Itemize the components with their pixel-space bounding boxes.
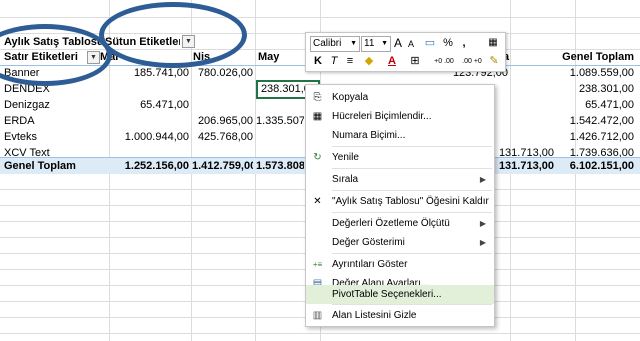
menu-separator <box>332 190 492 191</box>
menu-item-label: Yenile <box>332 152 359 163</box>
grand-total-cell[interactable]: 6.102.151,00 <box>520 159 634 173</box>
format-painter-icon[interactable]: ✎ <box>487 54 501 68</box>
currency-format-icon[interactable]: ▭ <box>422 36 438 50</box>
chevron-right-icon: ▶ <box>479 219 486 228</box>
bold-button[interactable]: K <box>312 54 324 68</box>
menu-item-label: PivotTable Seçenekleri... <box>332 289 442 300</box>
value-cell[interactable]: 1.335.507, <box>256 114 304 128</box>
menu-item-label: Sırala <box>332 174 359 185</box>
font-size-value: 11 <box>364 38 375 49</box>
borders-icon[interactable]: ⊞ <box>408 54 422 68</box>
row-label[interactable]: Denizgaz <box>4 98 104 112</box>
mini-toolbar: Calibri ▼ 11 ▼ A A ▭ % , ▦ K T ≡ ◆ A ⊞ +… <box>305 32 506 72</box>
menu-separator <box>332 304 492 305</box>
copy-icon: ⎘ <box>313 92 322 103</box>
row-filter-dropdown[interactable]: ▼ <box>87 51 100 64</box>
percent-button[interactable]: % <box>442 36 454 50</box>
menu-item-label: Değer Gösterimi <box>332 237 405 248</box>
menu-separator <box>332 168 492 169</box>
value-cell[interactable]: 780.026,00 <box>192 66 253 80</box>
value-cell[interactable]: 185.741,00 <box>105 66 189 80</box>
month-header[interactable]: May <box>258 50 288 64</box>
row-labels-header[interactable]: Satır Etiketleri <box>4 50 82 64</box>
grid-line <box>0 333 640 334</box>
menu-item-show-values-as[interactable]: Değer Gösterimi ▶ <box>306 233 494 252</box>
menu-item-label: "Aylık Satış Tablosu" Öğesini Kaldır <box>332 196 489 207</box>
row-label[interactable]: ERDA <box>4 114 104 128</box>
row-total-cell[interactable]: 1.426.712,00 <box>520 130 634 144</box>
menu-item-hide-field-list[interactable]: ▥ Alan Listesini Gizle <box>306 306 494 325</box>
menu-item-summarize-values[interactable]: Değerleri Özetleme Ölçütü ▶ <box>306 214 494 233</box>
month-header[interactable]: Nis <box>193 50 223 64</box>
column-labels-header[interactable]: Sütun Etiketleri <box>105 35 180 49</box>
row-total-cell[interactable]: 1.542.472,00 <box>520 114 634 128</box>
italic-button[interactable]: T <box>328 54 340 68</box>
font-size-select[interactable]: 11 ▼ <box>361 36 391 52</box>
menu-item-refresh[interactable]: ↻ Yenile <box>306 148 494 167</box>
increase-decimal-button[interactable]: +0 .00 <box>430 55 458 69</box>
format-cells-icon: ▦ <box>312 111 323 122</box>
menu-item-label: Hücreleri Biçimlendir... <box>332 111 432 122</box>
grand-total-header[interactable]: Genel Toplam <box>520 50 634 64</box>
fill-color-icon[interactable]: ◆ <box>360 54 378 68</box>
pivot-title[interactable]: Aylık Satış Tablosu <box>4 35 102 49</box>
chevron-right-icon: ▶ <box>479 175 486 184</box>
refresh-icon: ↻ <box>313 152 322 163</box>
menu-item-number-format[interactable]: Numara Biçimi... <box>306 126 494 145</box>
thousands-separator-button[interactable]: , <box>458 36 470 50</box>
menu-item-show-details[interactable]: +≡ Ayrıntıları Göster <box>306 255 494 274</box>
grid-line <box>0 17 640 18</box>
font-color-button[interactable]: A <box>384 54 400 68</box>
row-label[interactable]: DENDEX <box>4 82 104 96</box>
menu-item-pivottable-options[interactable]: PivotTable Seçenekleri... <box>306 285 494 304</box>
chevron-down-icon: ▼ <box>381 40 388 47</box>
field-list-icon: ▥ <box>312 310 323 321</box>
font-name-select[interactable]: Calibri ▼ <box>310 36 360 52</box>
font-name-value: Calibri <box>313 38 342 49</box>
decrease-decimal-button[interactable]: .00 +0 <box>458 55 486 69</box>
grand-total-cell[interactable]: 1.412.759,00 <box>192 159 253 173</box>
row-total-cell[interactable]: 238.301,00 <box>520 82 634 96</box>
value-cell[interactable]: 1.000.944,00 <box>105 130 189 144</box>
grand-total-cell[interactable]: 1.252.156,00 <box>105 159 189 173</box>
month-header[interactable]: Mar <box>100 50 122 64</box>
format-table-icon[interactable]: ▦ <box>486 36 500 50</box>
grand-total-label[interactable]: Genel Toplam <box>4 159 104 173</box>
menu-item-sort[interactable]: Sırala ▶ <box>306 170 494 189</box>
menu-separator <box>332 212 492 213</box>
menu-separator <box>332 146 492 147</box>
menu-item-copy[interactable]: ⎘ Kopyala <box>306 88 494 107</box>
menu-item-remove-field[interactable]: ✕ "Aylık Satış Tablosu" Öğesini Kaldır <box>306 192 494 211</box>
row-total-cell[interactable]: 65.471,00 <box>520 98 634 112</box>
column-filter-dropdown[interactable]: ▼ <box>182 35 195 48</box>
menu-item-label: Kopyala <box>332 92 369 103</box>
row-total-cell[interactable]: 1.089.559,00 <box>520 66 634 80</box>
align-center-button[interactable]: ≡ <box>344 54 356 68</box>
grand-total-cell[interactable]: 1.573.808, <box>256 159 304 173</box>
shrink-font-button[interactable]: A <box>406 37 416 51</box>
menu-item-format-cells[interactable]: ▦ Hücreleri Biçimlendir... <box>306 107 494 126</box>
menu-item-label: Değerleri Özetleme Ölçütü <box>332 218 450 229</box>
row-label[interactable]: Evteks <box>4 130 104 144</box>
chevron-right-icon: ▶ <box>479 238 486 247</box>
menu-separator <box>332 253 492 254</box>
context-menu: ⎘ Kopyala ▦ Hücreleri Biçimlendir... Num… <box>305 84 495 327</box>
show-details-icon: +≡ <box>312 260 323 269</box>
value-cell[interactable]: 425.768,00 <box>192 130 253 144</box>
row-label[interactable]: Banner <box>4 66 104 80</box>
remove-x-icon: ✕ <box>313 196 322 207</box>
value-cell[interactable]: 206.965,00 <box>192 114 253 128</box>
chevron-down-icon: ▼ <box>350 40 357 47</box>
menu-item-label: Alan Listesini Gizle <box>332 310 417 321</box>
grow-font-button[interactable]: A <box>392 36 404 50</box>
value-cell[interactable]: 65.471,00 <box>105 98 189 112</box>
menu-item-label: Ayrıntıları Göster <box>332 259 408 270</box>
menu-item-label: Numara Biçimi... <box>332 130 406 141</box>
